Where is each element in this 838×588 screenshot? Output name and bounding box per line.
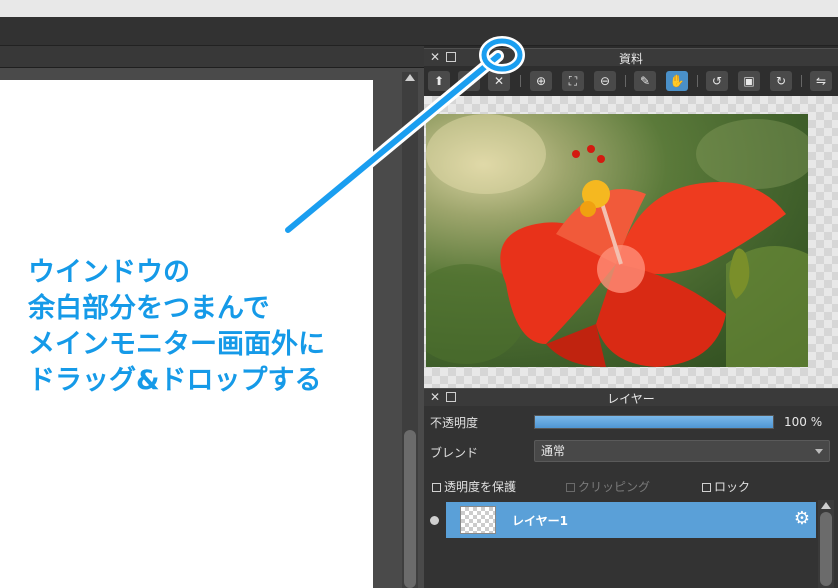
annotation-line: ドラッグ&ドロップする xyxy=(28,365,322,396)
annotation-line: 余白部分をつまんで xyxy=(28,293,270,324)
annotation-line: メインモニター画面外に xyxy=(28,329,325,360)
annotation-line: ウインドウの xyxy=(28,257,190,288)
instruction-annotation: ウインドウの 余白部分をつまんで メインモニター画面外に ドラッグ&ドロップする xyxy=(28,255,388,399)
